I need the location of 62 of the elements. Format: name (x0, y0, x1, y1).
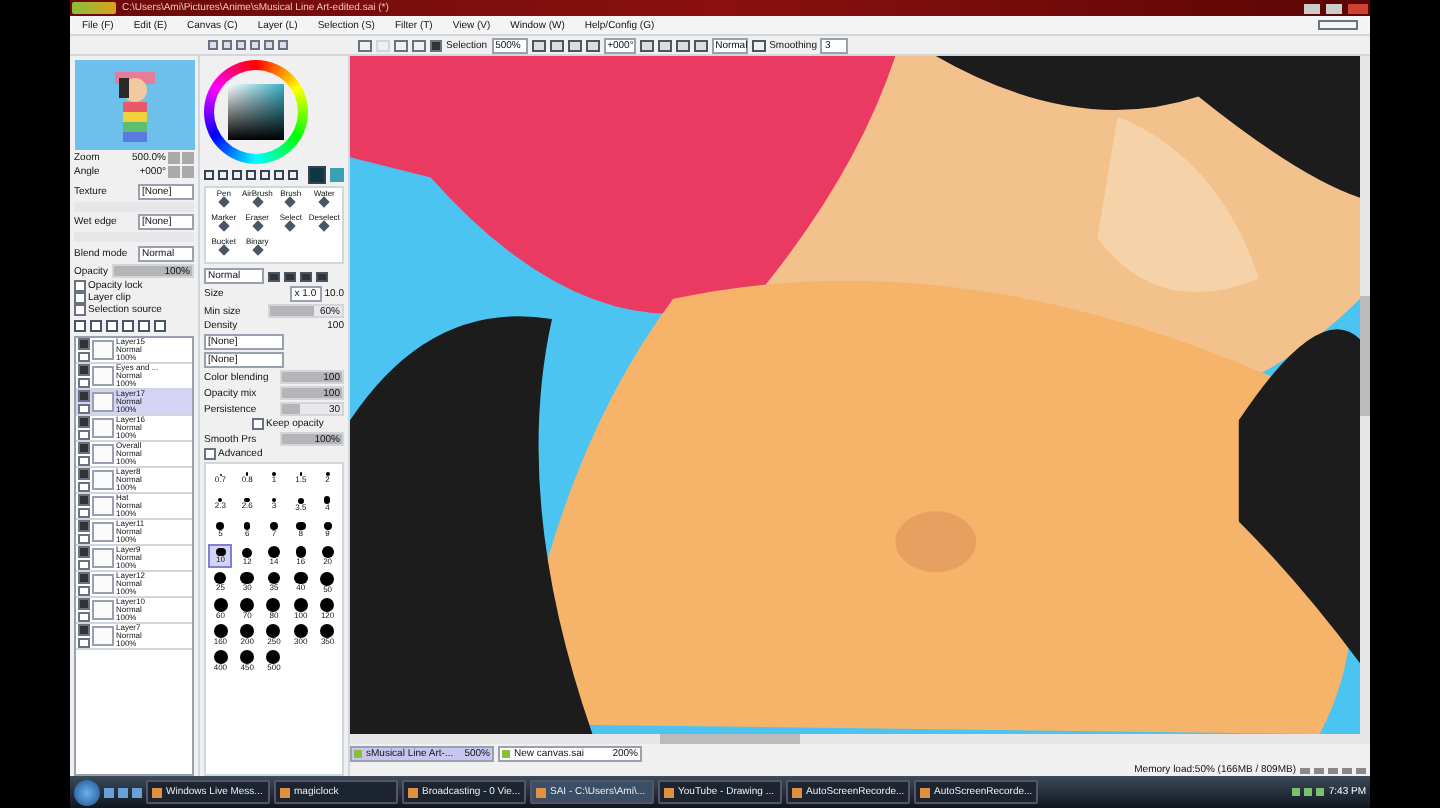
stabilizer-icon[interactable] (751, 39, 766, 51)
checkbox[interactable] (74, 280, 86, 292)
visibility-checkbox[interactable] (78, 546, 90, 558)
edit-lock-box[interactable] (78, 612, 90, 622)
layer-thumbnail (92, 626, 114, 646)
app-icon (920, 787, 930, 797)
visibility-checkbox[interactable] (78, 624, 90, 636)
layer-thumbnail (92, 548, 114, 568)
checkbox[interactable] (252, 418, 264, 430)
edit-lock-box[interactable] (78, 404, 90, 414)
checkbox[interactable] (74, 292, 86, 304)
edit-lock-box[interactable] (78, 456, 90, 466)
app-icon (536, 787, 546, 797)
checkbox[interactable] (204, 448, 216, 460)
primary-color-swatch[interactable] (308, 166, 326, 184)
vertical-scrollbar[interactable] (1360, 56, 1370, 734)
start-button[interactable] (74, 779, 100, 805)
layer-thumbnail (92, 418, 114, 438)
visibility-checkbox[interactable] (78, 572, 90, 584)
color-wheel[interactable] (204, 60, 308, 164)
app-icon (664, 787, 674, 797)
layer-thumbnail (92, 600, 114, 620)
checkbox[interactable] (74, 304, 86, 316)
horizontal-scrollbar[interactable] (350, 734, 1370, 744)
edit-lock-box[interactable] (78, 534, 90, 544)
color-square[interactable] (228, 84, 284, 140)
app-icon (280, 787, 290, 797)
app-icon (152, 787, 162, 797)
app-icon (408, 787, 418, 797)
layer-thumbnail (92, 574, 114, 594)
layer-thumbnail (92, 444, 114, 464)
maximize-button[interactable] (1326, 3, 1342, 13)
app-icon (792, 787, 802, 797)
selection-checkbox[interactable] (430, 39, 442, 51)
edit-lock-box[interactable] (78, 482, 90, 492)
visibility-checkbox[interactable] (78, 598, 90, 610)
layer-thumbnail (92, 522, 114, 542)
file-icon (354, 750, 362, 758)
layer-thumbnail (92, 366, 114, 386)
visibility-checkbox[interactable] (78, 520, 90, 532)
edit-lock-box[interactable] (78, 352, 90, 362)
visibility-checkbox[interactable] (78, 494, 90, 506)
layer-thumbnail (92, 392, 114, 412)
visibility-checkbox[interactable] (78, 416, 90, 428)
visibility-checkbox[interactable] (78, 338, 90, 350)
layer-thumbnail (92, 496, 114, 516)
edit-lock-box[interactable] (78, 430, 90, 440)
edit-lock-box[interactable] (78, 638, 90, 648)
minimize-button[interactable] (1304, 3, 1320, 13)
edit-lock-box[interactable] (78, 508, 90, 518)
visibility-checkbox[interactable] (78, 442, 90, 454)
visibility-checkbox[interactable] (78, 364, 90, 376)
visibility-checkbox[interactable] (78, 468, 90, 480)
file-icon (502, 750, 510, 758)
window-controls-icon[interactable] (1318, 20, 1358, 30)
edit-lock-box[interactable] (78, 560, 90, 570)
layer-thumbnail (92, 470, 114, 490)
edit-lock-box[interactable] (78, 378, 90, 388)
visibility-checkbox[interactable] (78, 390, 90, 402)
app-logo-icon (72, 2, 116, 14)
secondary-color-swatch[interactable] (330, 168, 344, 182)
edit-lock-box[interactable] (78, 586, 90, 596)
